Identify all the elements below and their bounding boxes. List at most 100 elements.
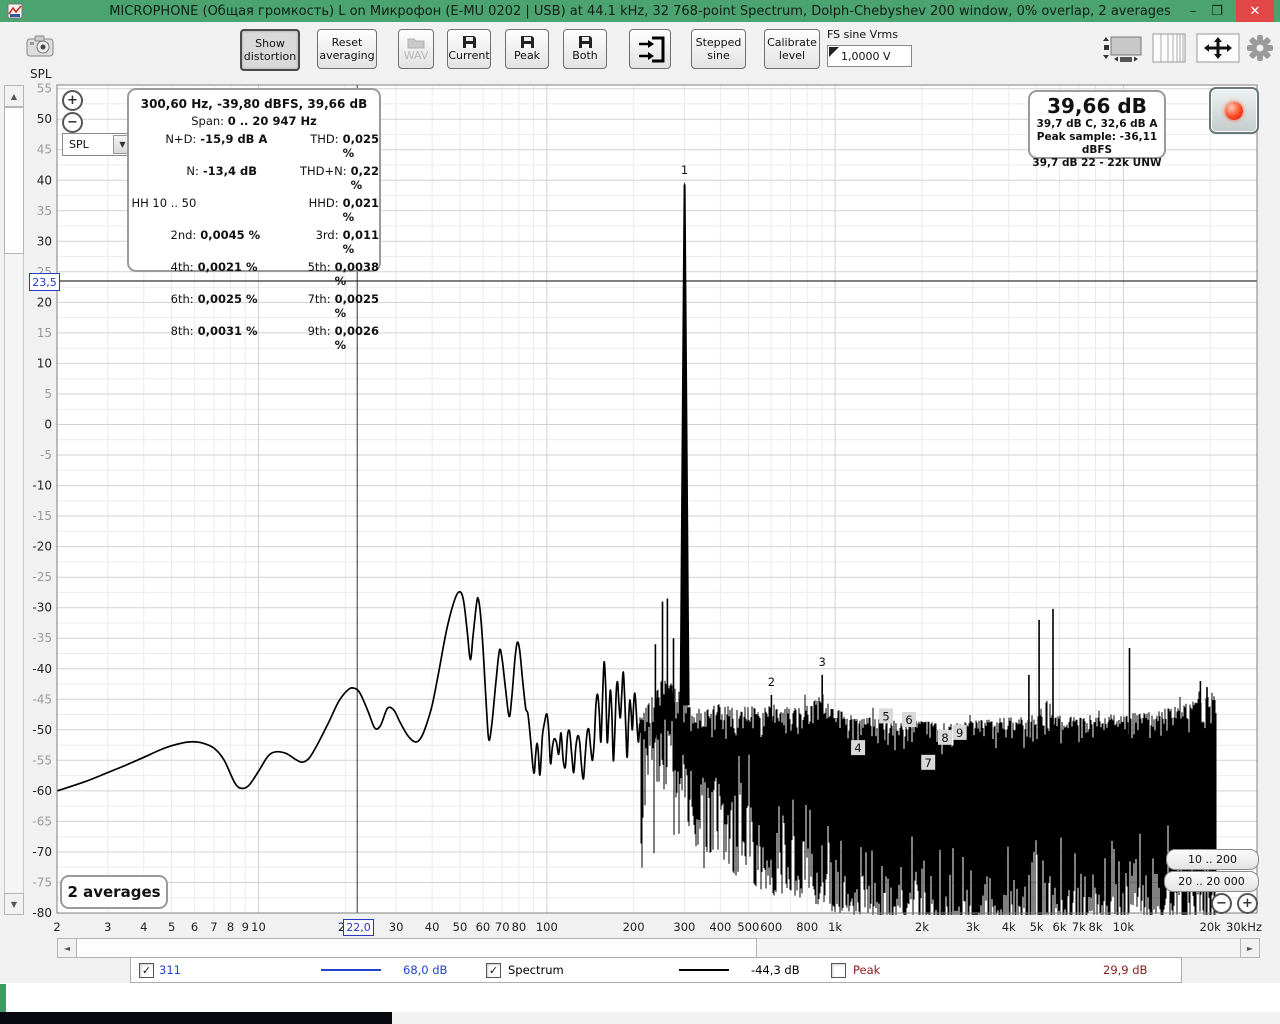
svg-text:10k: 10k <box>1113 920 1135 934</box>
svg-text:-30: -30 <box>32 601 52 615</box>
distortion-info-box: 300,60 Hz, -39,80 dBFS, 39,66 dB Span: 0… <box>127 88 381 352</box>
legend-value-311: 68,0 dB <box>403 963 448 977</box>
info-row: 8th: 0,0031 % 9th: 0,0026 % <box>170 324 379 352</box>
scroll-left-button[interactable]: ◄ <box>57 938 77 958</box>
legend-checkbox-311[interactable]: ✓ <box>139 963 154 978</box>
legend-bar: ✓ 311 68,0 dB ✓ Spectrum -44,3 dB Peak 2… <box>130 957 1182 983</box>
svg-text:70: 70 <box>495 920 510 934</box>
level-bandwidth-value: 39,7 dB 22 - 22k UNW <box>1032 157 1162 170</box>
scroll-down-button[interactable]: ▼ <box>4 893 24 915</box>
svg-text:6: 6 <box>191 920 198 934</box>
info-row: 4th: 0,0021 % 5th: 0,0038 % <box>170 260 379 288</box>
legend-label-311: 311 <box>159 963 181 977</box>
svg-text:4: 4 <box>140 920 147 934</box>
svg-text:1k: 1k <box>828 920 842 934</box>
svg-text:1: 1 <box>681 163 688 177</box>
svg-text:5k: 5k <box>1030 920 1044 934</box>
info-row: 2nd: 0,0045 % 3rd: 0,011 % <box>170 228 380 256</box>
svg-text:-80: -80 <box>32 906 52 920</box>
svg-text:9: 9 <box>956 726 963 740</box>
svg-text:-60: -60 <box>32 784 52 798</box>
legend-value-peak: 29,9 dB <box>1103 963 1148 977</box>
svg-text:6k: 6k <box>1053 920 1067 934</box>
svg-text:-10: -10 <box>32 479 52 493</box>
cursor-readout: 300,60 Hz, -39,80 dBFS, 39,66 dB <box>140 97 368 111</box>
svg-text:30kHz: 30kHz <box>1226 920 1262 934</box>
svg-text:400: 400 <box>709 920 731 934</box>
svg-text:8k: 8k <box>1089 920 1103 934</box>
legend-checkbox-peak[interactable] <box>831 963 846 978</box>
svg-text:-40: -40 <box>32 662 52 676</box>
range-20-20000-button[interactable]: 20 .. 20 000 <box>1164 871 1259 892</box>
svg-text:-20: -20 <box>32 540 52 554</box>
svg-text:80: 80 <box>512 920 527 934</box>
legend-line-spectrum <box>679 969 729 971</box>
legend-label-spectrum: Spectrum <box>508 963 564 977</box>
svg-text:60: 60 <box>476 920 491 934</box>
scroll-up-button[interactable]: ▲ <box>4 85 24 107</box>
svg-text:40: 40 <box>425 920 440 934</box>
range-10-200-button[interactable]: 10 .. 200 <box>1166 849 1259 870</box>
svg-text:600: 600 <box>760 920 782 934</box>
svg-text:-45: -45 <box>32 692 52 706</box>
horizontal-scroll-thumb[interactable] <box>76 938 757 958</box>
bottom-strip <box>0 983 1280 1012</box>
span-readout: Span: 0 .. 20 947 Hz <box>129 114 379 128</box>
svg-text:30: 30 <box>389 920 404 934</box>
svg-text:5: 5 <box>168 920 175 934</box>
svg-text:5: 5 <box>882 709 889 723</box>
svg-text:-35: -35 <box>32 631 52 645</box>
svg-text:-75: -75 <box>32 876 52 890</box>
svg-text:8: 8 <box>227 920 234 934</box>
svg-text:20: 20 <box>37 295 52 309</box>
svg-text:7: 7 <box>210 920 217 934</box>
svg-text:800: 800 <box>796 920 818 934</box>
svg-text:3k: 3k <box>966 920 980 934</box>
svg-text:7k: 7k <box>1072 920 1086 934</box>
svg-text:-70: -70 <box>32 845 52 859</box>
window-edge-fragment <box>0 984 6 1012</box>
y-zoom-out-button[interactable]: − <box>62 112 83 133</box>
svg-text:-50: -50 <box>32 723 52 737</box>
info-row: N: -13,4 dB THD+N: 0,22 % <box>186 164 379 192</box>
svg-text:7: 7 <box>925 756 932 770</box>
span-value: 0 .. 20 947 Hz <box>227 114 317 128</box>
svg-text:-5: -5 <box>40 448 52 462</box>
svg-text:500: 500 <box>737 920 759 934</box>
svg-text:9: 9 <box>242 920 249 934</box>
info-row: N+D: -15,9 dB A THD: 0,025 % <box>165 132 380 160</box>
svg-text:3: 3 <box>819 655 826 669</box>
svg-text:30: 30 <box>37 234 52 248</box>
y-scale-dropdown[interactable]: SPL ▼ <box>62 133 134 156</box>
peak-sample-value: Peak sample: -36,11 dBFS <box>1036 131 1158 157</box>
svg-text:35: 35 <box>37 204 52 218</box>
level-readout-box: 39,66 dB 39,7 dB C, 32,6 dB A Peak sampl… <box>1028 90 1166 169</box>
svg-text:2: 2 <box>768 675 775 689</box>
svg-text:55: 55 <box>37 82 52 96</box>
svg-text:-25: -25 <box>32 570 52 584</box>
svg-text:2: 2 <box>53 920 60 934</box>
x-zoom-out-button[interactable]: − <box>1211 893 1232 914</box>
level-weighted-values: 39,7 dB C, 32,6 dB A <box>1036 118 1158 130</box>
legend-checkbox-spectrum[interactable]: ✓ <box>486 963 501 978</box>
vertical-scroll-thumb[interactable] <box>4 107 24 254</box>
svg-text:2k: 2k <box>915 920 929 934</box>
y-zoom-in-button[interactable]: + <box>62 90 83 111</box>
x-zoom-in-button[interactable]: + <box>1237 893 1258 914</box>
svg-text:15: 15 <box>37 326 52 340</box>
svg-text:4k: 4k <box>1002 920 1016 934</box>
info-row: HH 10 .. 50 HHD: 0,021 % <box>131 196 380 224</box>
y-cursor-value-box[interactable]: 23,5 <box>29 273 60 291</box>
svg-text:5: 5 <box>44 387 52 401</box>
averages-badge: 2 averages <box>60 875 168 909</box>
svg-text:20k: 20k <box>1200 920 1222 934</box>
svg-text:100: 100 <box>536 920 558 934</box>
level-db-value: 39,66 dB <box>1047 94 1147 118</box>
x-cursor-value-box[interactable]: 22,0 <box>343 919 374 936</box>
svg-text:-55: -55 <box>32 753 52 767</box>
svg-text:-15: -15 <box>32 509 52 523</box>
svg-text:8: 8 <box>941 731 948 745</box>
scroll-right-button[interactable]: ► <box>1240 938 1260 958</box>
record-button[interactable] <box>1209 87 1259 134</box>
svg-text:10: 10 <box>37 356 52 370</box>
